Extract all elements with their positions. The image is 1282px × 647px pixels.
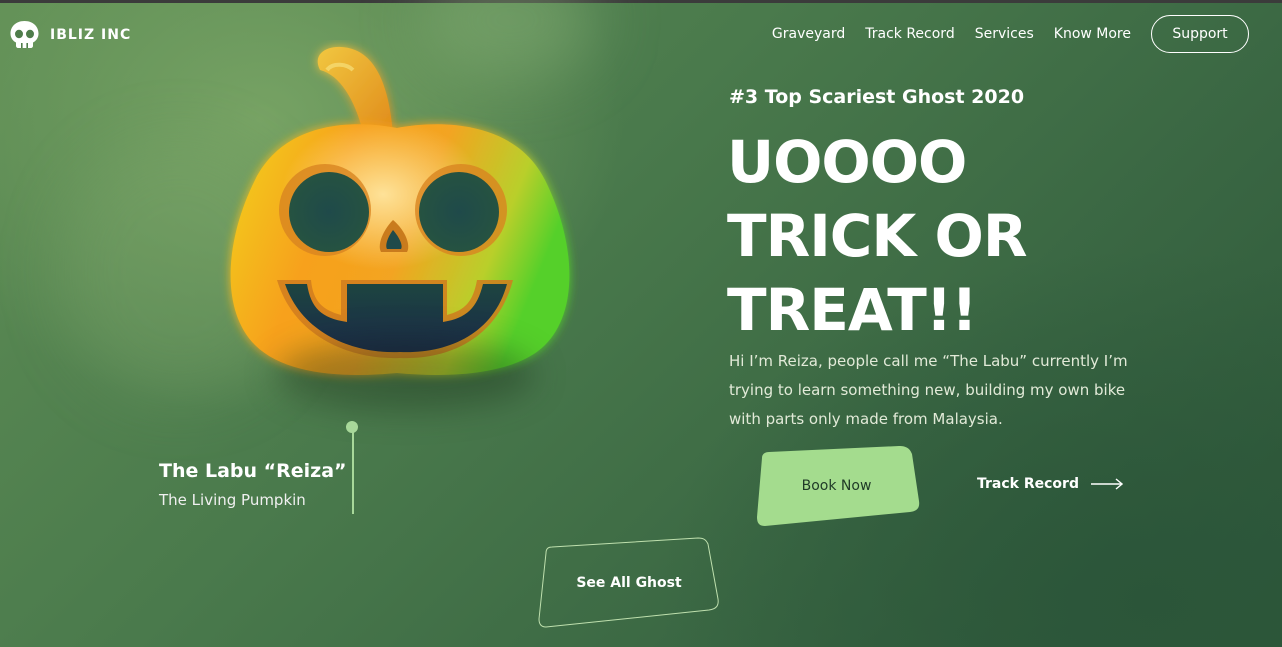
feature-title: The Labu “Reiza”	[159, 460, 347, 482]
arrow-right-icon	[1090, 478, 1123, 490]
main-nav: Graveyard Track Record Services Know Mor…	[752, 15, 1249, 53]
pumpkin-shadow	[275, 340, 535, 410]
feature-caption: The Labu “Reiza” The Living Pumpkin	[159, 460, 347, 509]
book-now-button[interactable]: Book Now	[757, 446, 920, 526]
track-record-label: Track Record	[977, 476, 1079, 492]
feature-subtitle: The Living Pumpkin	[159, 491, 306, 509]
headline-line: UOOOO	[727, 128, 967, 196]
pumpkin-image	[215, 40, 580, 410]
caption-pin-dot	[346, 421, 358, 433]
skull-icon	[10, 21, 39, 48]
nav-item-graveyard[interactable]: Graveyard	[772, 26, 845, 42]
hero-description: Hi I’m Reiza, people call me “The Labu” …	[729, 352, 1128, 428]
hero-kicker: #3 Top Scariest Ghost 2020	[729, 86, 1025, 108]
caption-pin-line	[352, 430, 354, 514]
hero-headline: UOOOO TRICK OR TREAT!!	[727, 125, 1027, 347]
brand-name: IBLIZ INC	[50, 26, 132, 43]
brand-logo[interactable]: IBLIZ INC	[9, 20, 131, 49]
hero-page: IBLIZ INC Graveyard Track Record Service…	[0, 0, 1282, 647]
track-record-link[interactable]: Track Record	[977, 476, 1123, 492]
book-now-label: Book Now	[801, 478, 872, 494]
nav-item-services[interactable]: Services	[975, 26, 1034, 42]
nav-item-track-record[interactable]: Track Record	[865, 26, 954, 42]
support-button[interactable]: Support	[1151, 15, 1249, 53]
nav-item-know-more[interactable]: Know More	[1054, 26, 1131, 42]
see-all-ghost-button[interactable]: See All Ghost	[538, 537, 720, 629]
top-border	[0, 0, 1282, 3]
headline-line: TREAT!!	[727, 276, 978, 344]
see-all-ghost-label: See All Ghost	[576, 575, 682, 591]
headline-line: TRICK OR	[727, 202, 1027, 270]
